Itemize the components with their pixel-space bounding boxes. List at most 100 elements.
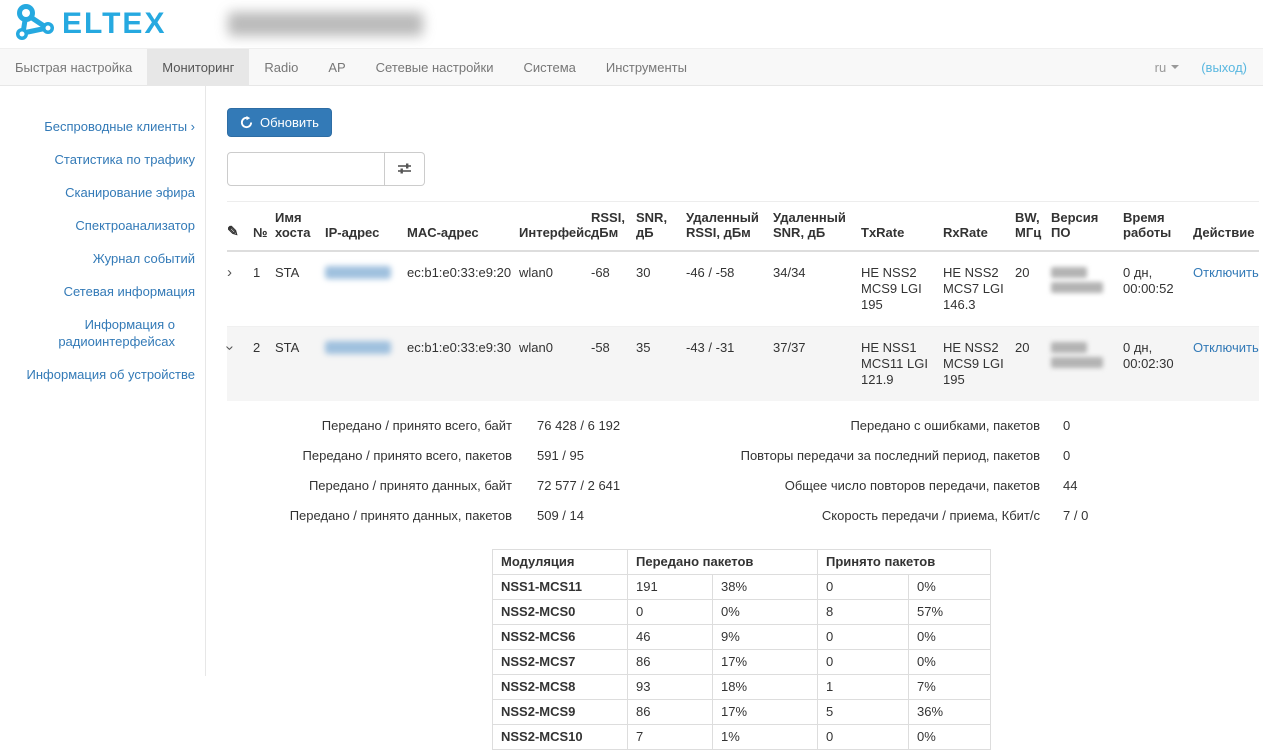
client-uptime: 0 дн, 00:00:52: [1123, 251, 1193, 327]
sidebar-item-wireless-clients[interactable]: Беспроводные клиенты ›: [0, 110, 205, 143]
col-txrate: TxRate: [861, 202, 943, 252]
stat-label: Передано / принято данных, пакетов: [227, 501, 512, 531]
client-fw-version-redacted: [1051, 267, 1087, 278]
sidebar-item-traffic-stats[interactable]: Статистика по трафику: [0, 143, 205, 176]
top-header: ELTEX: [0, 0, 1263, 48]
client-remote-rssi: -43 / -31: [686, 327, 773, 402]
stat-value: 76 428 / 6 192: [512, 411, 697, 441]
refresh-button-label: Обновить: [260, 115, 319, 130]
client-snr: 30: [636, 251, 686, 327]
disconnect-link[interactable]: Отключить: [1193, 340, 1259, 355]
client-mac: ec:b1:e0:33:e9:30: [407, 327, 519, 402]
col-action: Действие: [1193, 202, 1259, 252]
sidebar-item-label: Беспроводные клиенты: [44, 119, 187, 134]
tab-network-settings[interactable]: Сетевые настройки: [361, 49, 509, 85]
mod-rx-percent: 0%: [909, 625, 991, 650]
mod-rx-percent: 0%: [909, 650, 991, 675]
filter-settings-button[interactable]: [385, 152, 425, 186]
mod-rx-percent: 7%: [909, 675, 991, 700]
tab-quick-setup[interactable]: Быстрая настройка: [0, 49, 147, 85]
refresh-button[interactable]: Обновить: [227, 108, 332, 137]
tab-radio[interactable]: Radio: [249, 49, 313, 85]
mod-col-modulation: Модуляция: [493, 550, 628, 575]
client-fw-build-redacted: [1051, 357, 1103, 368]
tab-tools[interactable]: Инструменты: [591, 49, 702, 85]
mod-rx-percent: 57%: [909, 600, 991, 625]
client-mac: ec:b1:e0:33:e9:20: [407, 251, 519, 327]
mod-rx-count: 0: [818, 650, 909, 675]
client-fw-build-redacted: [1051, 282, 1103, 293]
stat-value: 509 / 14: [512, 501, 697, 531]
col-fw-version: Версия ПО: [1051, 202, 1123, 252]
sidebar-item-event-log[interactable]: Журнал событий: [0, 242, 205, 275]
sidebar-item-network-info[interactable]: Сетевая информация: [0, 275, 205, 308]
sidebar-item-radio-interfaces-info[interactable]: Информация о радиоинтерфейсах: [0, 308, 205, 358]
client-txrate: HE NSS2 MCS9 LGI 195: [861, 251, 943, 327]
tab-system[interactable]: Система: [509, 49, 591, 85]
client-ip-redacted: [325, 341, 391, 354]
client-details-panel: Передано / принято всего, байт76 428 / 6…: [227, 401, 1259, 543]
client-rxrate: HE NSS2 MCS7 LGI 146.3: [943, 251, 1015, 327]
nav-right: ru (выход): [1155, 49, 1263, 85]
sidebar-item-air-scan[interactable]: Сканирование эфира: [0, 176, 205, 209]
client-row: › 1 STA ec:b1:e0:33:e9:20 wlan0 -68 30 -…: [227, 251, 1259, 327]
modulation-row: NSS2-MCS10 7 1% 0 0%: [493, 725, 991, 750]
client-interface: wlan0: [519, 251, 591, 327]
mod-name: NSS2-MCS7: [493, 650, 628, 675]
mod-tx-percent: 17%: [713, 650, 818, 675]
client-rssi: -68: [591, 251, 636, 327]
mod-name: NSS2-MCS8: [493, 675, 628, 700]
traffic-stats-right: Передано с ошибками, пакетов0 Повторы пе…: [697, 411, 1150, 531]
tab-ap[interactable]: AP: [313, 49, 360, 85]
client-hostname: STA: [275, 251, 325, 327]
mod-tx-count: 191: [628, 575, 713, 600]
client-interface: wlan0: [519, 327, 591, 402]
col-uptime: Время работы: [1123, 202, 1193, 252]
mod-name: NSS2-MCS6: [493, 625, 628, 650]
mod-rx-count: 1: [818, 675, 909, 700]
mod-name: NSS2-MCS9: [493, 700, 628, 725]
col-interface: Интерфейс: [519, 202, 591, 252]
expand-row-icon[interactable]: ›: [227, 267, 232, 279]
stat-label: Скорость передачи / приема, Кбит/с: [697, 501, 1040, 531]
stat-value: 7 / 0: [1040, 501, 1150, 531]
mod-rx-percent: 0%: [909, 575, 991, 600]
client-remote-rssi: -46 / -58: [686, 251, 773, 327]
stat-label: Повторы передачи за последний период, па…: [697, 441, 1040, 471]
client-remote-snr: 34/34: [773, 251, 861, 327]
client-bw: 20: [1015, 327, 1051, 402]
sidebar-item-device-info[interactable]: Информация об устройстве: [0, 358, 205, 391]
sidebar: Беспроводные клиенты › Статистика по тра…: [0, 86, 206, 676]
traffic-stats-left: Передано / принято всего, байт76 428 / 6…: [227, 411, 697, 531]
client-txrate: HE NSS1 MCS11 LGI 121.9: [861, 327, 943, 402]
mod-tx-percent: 18%: [713, 675, 818, 700]
logout-link[interactable]: (выход): [1201, 60, 1247, 75]
language-dropdown[interactable]: ru: [1155, 60, 1180, 75]
tab-monitoring[interactable]: Мониторинг: [147, 49, 249, 85]
client-number: 1: [253, 251, 275, 327]
client-row: › 2 STA ec:b1:e0:33:e9:30 wlan0 -58 35 -…: [227, 327, 1259, 402]
modulation-table: Модуляция Передано пакетов Принято пакет…: [492, 549, 991, 750]
col-bw: BW, МГц: [1015, 202, 1051, 252]
search-input[interactable]: [227, 152, 385, 186]
mod-rx-percent: 36%: [909, 700, 991, 725]
client-snr: 35: [636, 327, 686, 402]
stat-label: Передано / принято всего, пакетов: [227, 441, 512, 471]
col-snr: SNR, дБ: [636, 202, 686, 252]
col-rxrate: RxRate: [943, 202, 1015, 252]
mod-tx-count: 86: [628, 700, 713, 725]
disconnect-link[interactable]: Отключить: [1193, 265, 1259, 280]
sidebar-item-spectrum-analyzer[interactable]: Спектроанализатор: [0, 209, 205, 242]
chevron-right-icon: ›: [187, 119, 195, 134]
client-hostname: STA: [275, 327, 325, 402]
main-nav: Быстрая настройка Мониторинг Radio AP Се…: [0, 48, 1263, 86]
main-content: Обновить: [206, 86, 1263, 676]
stat-label: Общее число повторов передачи, пакетов: [697, 471, 1040, 501]
client-rssi: -58: [591, 327, 636, 402]
stat-label: Передано с ошибками, пакетов: [697, 411, 1040, 441]
col-remote-rssi: Удаленный RSSI, дБм: [686, 202, 773, 252]
client-ip-redacted: [325, 266, 391, 279]
mod-tx-percent: 0%: [713, 600, 818, 625]
client-bw: 20: [1015, 251, 1051, 327]
collapse-row-icon[interactable]: ›: [224, 346, 236, 351]
